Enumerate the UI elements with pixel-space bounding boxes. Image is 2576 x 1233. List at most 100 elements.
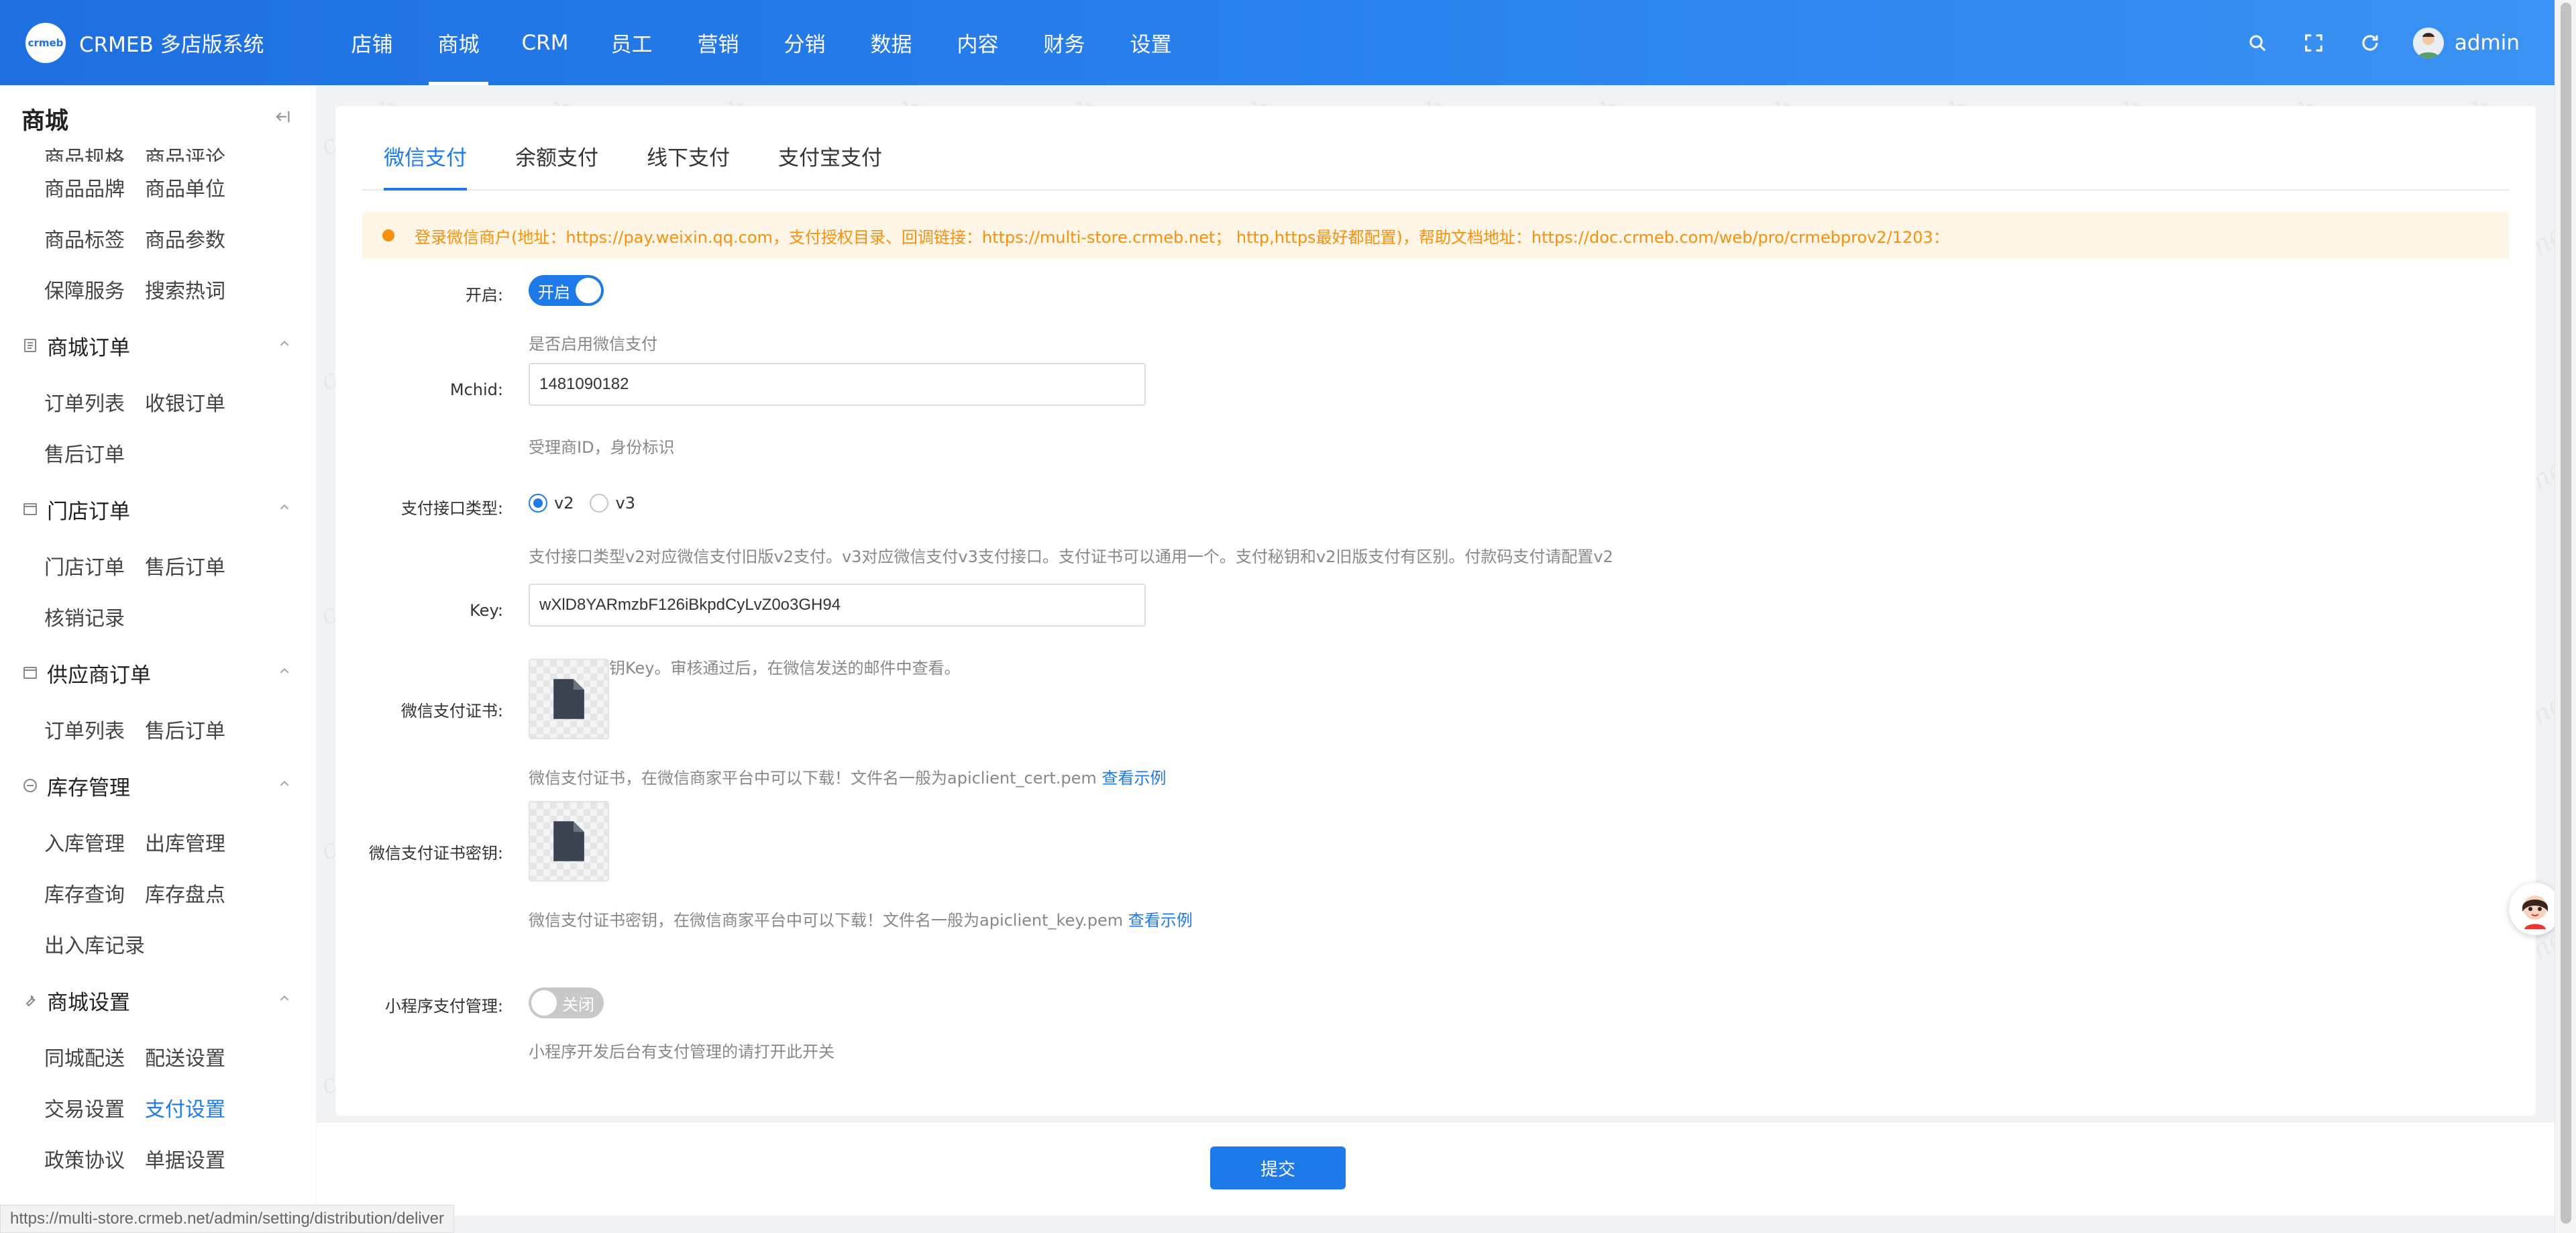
refresh-icon[interactable] xyxy=(2357,30,2383,56)
sidebar-menu: 商品品牌 商品单位 商品标签 商品参数 保障服务 搜索热词 商城订单 订单列表 收银订单 售后订单… xyxy=(0,162,316,1184)
info-alert: 登录微信商户(地址：https://pay.weixin.qq.com，支付授权… xyxy=(362,212,2509,259)
sidebar-row: 商品标签 商品参数 xyxy=(0,213,316,264)
topnav-item[interactable]: 设置 xyxy=(1108,0,1194,85)
sidebar-group[interactable]: 商城订单 xyxy=(0,315,316,376)
sidebar-item[interactable]: 政策协议 xyxy=(0,1144,145,1173)
sidebar-row: 商品品牌 商品单位 xyxy=(0,162,316,213)
chevron-up-icon xyxy=(277,991,292,1010)
cert-example-link[interactable]: 查看示例 xyxy=(1102,769,1166,788)
sidebar-group[interactable]: 门店订单 xyxy=(0,478,316,540)
api-type-radio-group: v2 v3 xyxy=(529,494,635,513)
mini-label: 小程序支付管理: xyxy=(384,997,503,1016)
avatar[interactable] xyxy=(2412,27,2444,58)
sidebar-item[interactable]: 出入库记录 xyxy=(0,929,145,959)
sidebar-item[interactable]: 门店订单 xyxy=(0,551,145,580)
assistant-avatar-icon[interactable] xyxy=(2509,883,2561,935)
sidebar-item[interactable]: 售后订单 xyxy=(145,551,306,580)
sidebar-row: 库存查询 库存盘点 xyxy=(0,867,316,918)
topnav-item[interactable]: 员工 xyxy=(588,0,675,85)
sidebar-item[interactable]: 入库管理 xyxy=(0,827,145,857)
submit-bar: 提交 xyxy=(317,1122,2555,1216)
enable-label: 开启: xyxy=(465,286,503,305)
sidebar-item[interactable]: 库存查询 xyxy=(0,878,145,908)
sidebar-group-left: 库存管理 xyxy=(21,771,130,801)
sidebar-item[interactable]: 商品评论 xyxy=(145,143,306,162)
file-icon xyxy=(553,821,584,861)
sidebar-item[interactable]: 商品标签 xyxy=(0,223,145,253)
sidebar-group[interactable]: 商城设置 xyxy=(0,969,316,1031)
sidebar-item[interactable]: 单据设置 xyxy=(145,1144,306,1173)
sidebar-item[interactable]: 商品品牌 xyxy=(0,172,145,202)
sidebar-item[interactable]: 商品规格 xyxy=(0,143,145,162)
topnav-item[interactable]: 数据 xyxy=(848,0,934,85)
tab-item[interactable]: 余额支付 xyxy=(494,122,620,189)
logo[interactable]: crmeb CRMEB 多店版系统 xyxy=(0,22,329,63)
sidebar-item[interactable]: 配送设置 xyxy=(145,1042,306,1071)
radio-v3-circle[interactable] xyxy=(590,494,609,513)
sidebar-row: 订单列表 收银订单 xyxy=(0,376,316,427)
mchid-input[interactable] xyxy=(529,363,1146,406)
radio-v2[interactable]: v2 xyxy=(529,494,574,513)
sidebar-group-left: 商城设置 xyxy=(21,985,130,1016)
topnav-item[interactable]: CRM xyxy=(502,0,588,85)
sidebar-item[interactable]: 商品单位 xyxy=(145,172,306,202)
chevron-up-icon xyxy=(277,663,292,682)
topnav-item[interactable]: 商城 xyxy=(415,0,502,85)
sidebar-row: 商品规格 商品评论 xyxy=(0,143,316,162)
mini-switch[interactable]: 关闭 xyxy=(529,987,604,1018)
sidebar-item[interactable]: 支付设置 xyxy=(145,1093,306,1122)
tab-item[interactable]: 微信支付 xyxy=(362,122,488,191)
key-input[interactable] xyxy=(529,584,1146,627)
search-icon[interactable] xyxy=(2244,30,2271,56)
sidebar-item[interactable]: 搜索热词 xyxy=(145,274,306,304)
cert-help: 微信支付证书，在微信商家平台中可以下载！文件名一般为apiclient_cert… xyxy=(529,765,1166,788)
sidebar-row: 核销记录 xyxy=(0,591,316,642)
sidebar-group-title: 门店订单 xyxy=(47,499,130,524)
submit-button[interactable]: 提交 xyxy=(1210,1146,1346,1189)
sidebar-item[interactable]: 收银订单 xyxy=(145,387,306,417)
page-scrollbar[interactable] xyxy=(2555,0,2576,1233)
sidebar-group-title: 库存管理 xyxy=(47,775,130,800)
user-name[interactable]: admin xyxy=(2455,31,2520,55)
sidebar-group[interactable]: 库存管理 xyxy=(0,755,316,816)
wrench-icon xyxy=(21,991,39,1009)
cert-key-example-link[interactable]: 查看示例 xyxy=(1128,911,1193,930)
enable-switch[interactable]: 开启 xyxy=(529,275,604,306)
cert-key-help: 微信支付证书密钥，在微信商家平台中可以下载！文件名一般为apiclient_ke… xyxy=(529,907,1193,930)
chevron-up-icon xyxy=(277,500,292,519)
sidebar-item[interactable]: 商品参数 xyxy=(145,223,306,253)
mini-switch-text: 关闭 xyxy=(562,995,594,1014)
sidebar-item[interactable]: 订单列表 xyxy=(0,714,145,744)
sidebar-item[interactable]: 保障服务 xyxy=(0,274,145,304)
sidebar-row: 交易设置 支付设置 xyxy=(0,1082,316,1133)
topnav-item[interactable]: 店铺 xyxy=(329,0,415,85)
sidebar-item[interactable]: 库存盘点 xyxy=(145,878,306,908)
cert-key-upload[interactable] xyxy=(529,801,609,881)
collapse-icon[interactable] xyxy=(273,107,292,131)
topnav-item[interactable]: 财务 xyxy=(1021,0,1108,85)
topnav-item[interactable]: 内容 xyxy=(934,0,1021,85)
sidebar-item[interactable]: 售后订单 xyxy=(0,438,145,468)
sidebar-group[interactable]: 供应商订单 xyxy=(0,642,316,704)
payment-settings-card: 微信支付 余额支付 线下支付 支付宝支付 登录微信商户(地址：https://pay.… xyxy=(335,106,2536,1116)
sidebar-item[interactable]: 售后订单 xyxy=(145,714,306,744)
sidebar-item[interactable]: 交易设置 xyxy=(0,1093,145,1122)
radio-v3-label: v3 xyxy=(615,494,635,513)
tab-item[interactable]: 线下支付 xyxy=(625,122,751,189)
topnav-item[interactable]: 分销 xyxy=(761,0,848,85)
sidebar-item[interactable]: 出库管理 xyxy=(145,827,306,857)
fullscreen-icon[interactable] xyxy=(2300,30,2327,56)
sidebar-group-left: 商城订单 xyxy=(21,331,130,361)
sidebar-item[interactable]: 订单列表 xyxy=(0,387,145,417)
sidebar-row: 门店订单 售后订单 xyxy=(0,540,316,591)
sidebar-item[interactable]: 核销记录 xyxy=(0,602,145,631)
topnav-item[interactable]: 营销 xyxy=(675,0,761,85)
tab-item[interactable]: 支付宝支付 xyxy=(757,122,904,189)
radio-v3[interactable]: v3 xyxy=(590,494,635,513)
enable-switch-text: 开启 xyxy=(538,282,570,302)
scrollbar-thumb[interactable] xyxy=(2561,3,2571,1224)
radio-v2-circle[interactable] xyxy=(529,494,547,513)
cert-upload[interactable] xyxy=(529,659,609,739)
sidebar-header: 商城 xyxy=(0,85,316,152)
sidebar-item[interactable]: 同城配送 xyxy=(0,1042,145,1071)
